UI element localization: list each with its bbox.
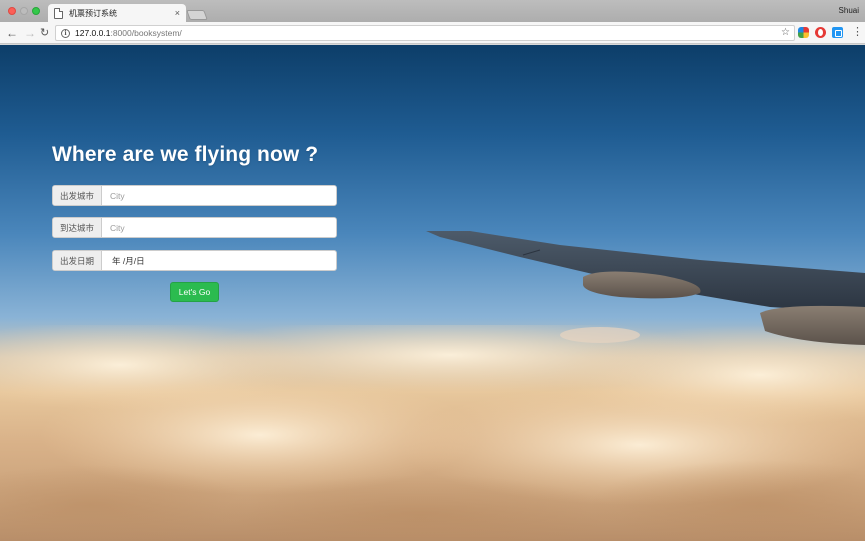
browser-toolbar: ← → ↻ i 127.0.0.1 :8000/booksystem/ ☆ ⋮ [0,22,865,44]
tab-title: 机票预订系统 [69,8,117,18]
menu-dots-icon[interactable]: ⋮ [852,26,863,38]
new-tab-button[interactable] [186,10,208,20]
profile-name[interactable]: Shuai [839,6,859,15]
info-icon[interactable]: i [61,28,70,38]
arrival-city-field: 到达城市 [52,217,337,238]
arrival-city-label: 到达城市 [53,218,102,237]
page-title: Where are we flying now ? [52,143,319,166]
back-arrow-icon[interactable]: ← [6,25,18,41]
departure-date-input[interactable]: 年 /月/日 [102,251,336,270]
bookmark-star-icon[interactable]: ☆ [781,27,790,38]
address-bar[interactable]: i 127.0.0.1 :8000/booksystem/ ☆ [55,25,795,41]
page-viewport: Where are we flying now ? 出发城市 到达城市 出发日期… [0,45,865,541]
airplane-wing-image [426,231,865,345]
departure-city-input[interactable] [102,186,336,205]
url-path: :8000/booksystem/ [110,28,182,38]
departure-date-label: 出发日期 [53,251,102,270]
departure-date-field: 出发日期 年 /月/日 [52,250,337,271]
lets-go-button[interactable]: Let's Go [170,282,219,302]
departure-city-field: 出发城市 [52,185,337,206]
forward-arrow-icon[interactable]: → [24,25,36,41]
arrival-city-input[interactable] [102,218,336,237]
opera-extension-icon[interactable] [815,27,826,38]
window-close-button[interactable] [8,7,16,15]
browser-tab[interactable]: 机票预订系统 × [48,4,186,22]
window-maximize-button[interactable] [32,7,40,15]
departure-city-label: 出发城市 [53,186,102,205]
page-icon [54,7,63,19]
extension-icon[interactable] [832,27,843,38]
tab-close-icon[interactable]: × [175,8,180,18]
hero-section: Where are we flying now ? [52,143,337,167]
url-host: 127.0.0.1 [75,28,111,38]
browser-tabstrip: 机票预订系统 × Shuai [0,0,865,22]
extension-icon[interactable] [798,27,809,38]
reload-icon[interactable]: ↻ [40,25,49,41]
window-minimize-button[interactable] [20,7,28,15]
